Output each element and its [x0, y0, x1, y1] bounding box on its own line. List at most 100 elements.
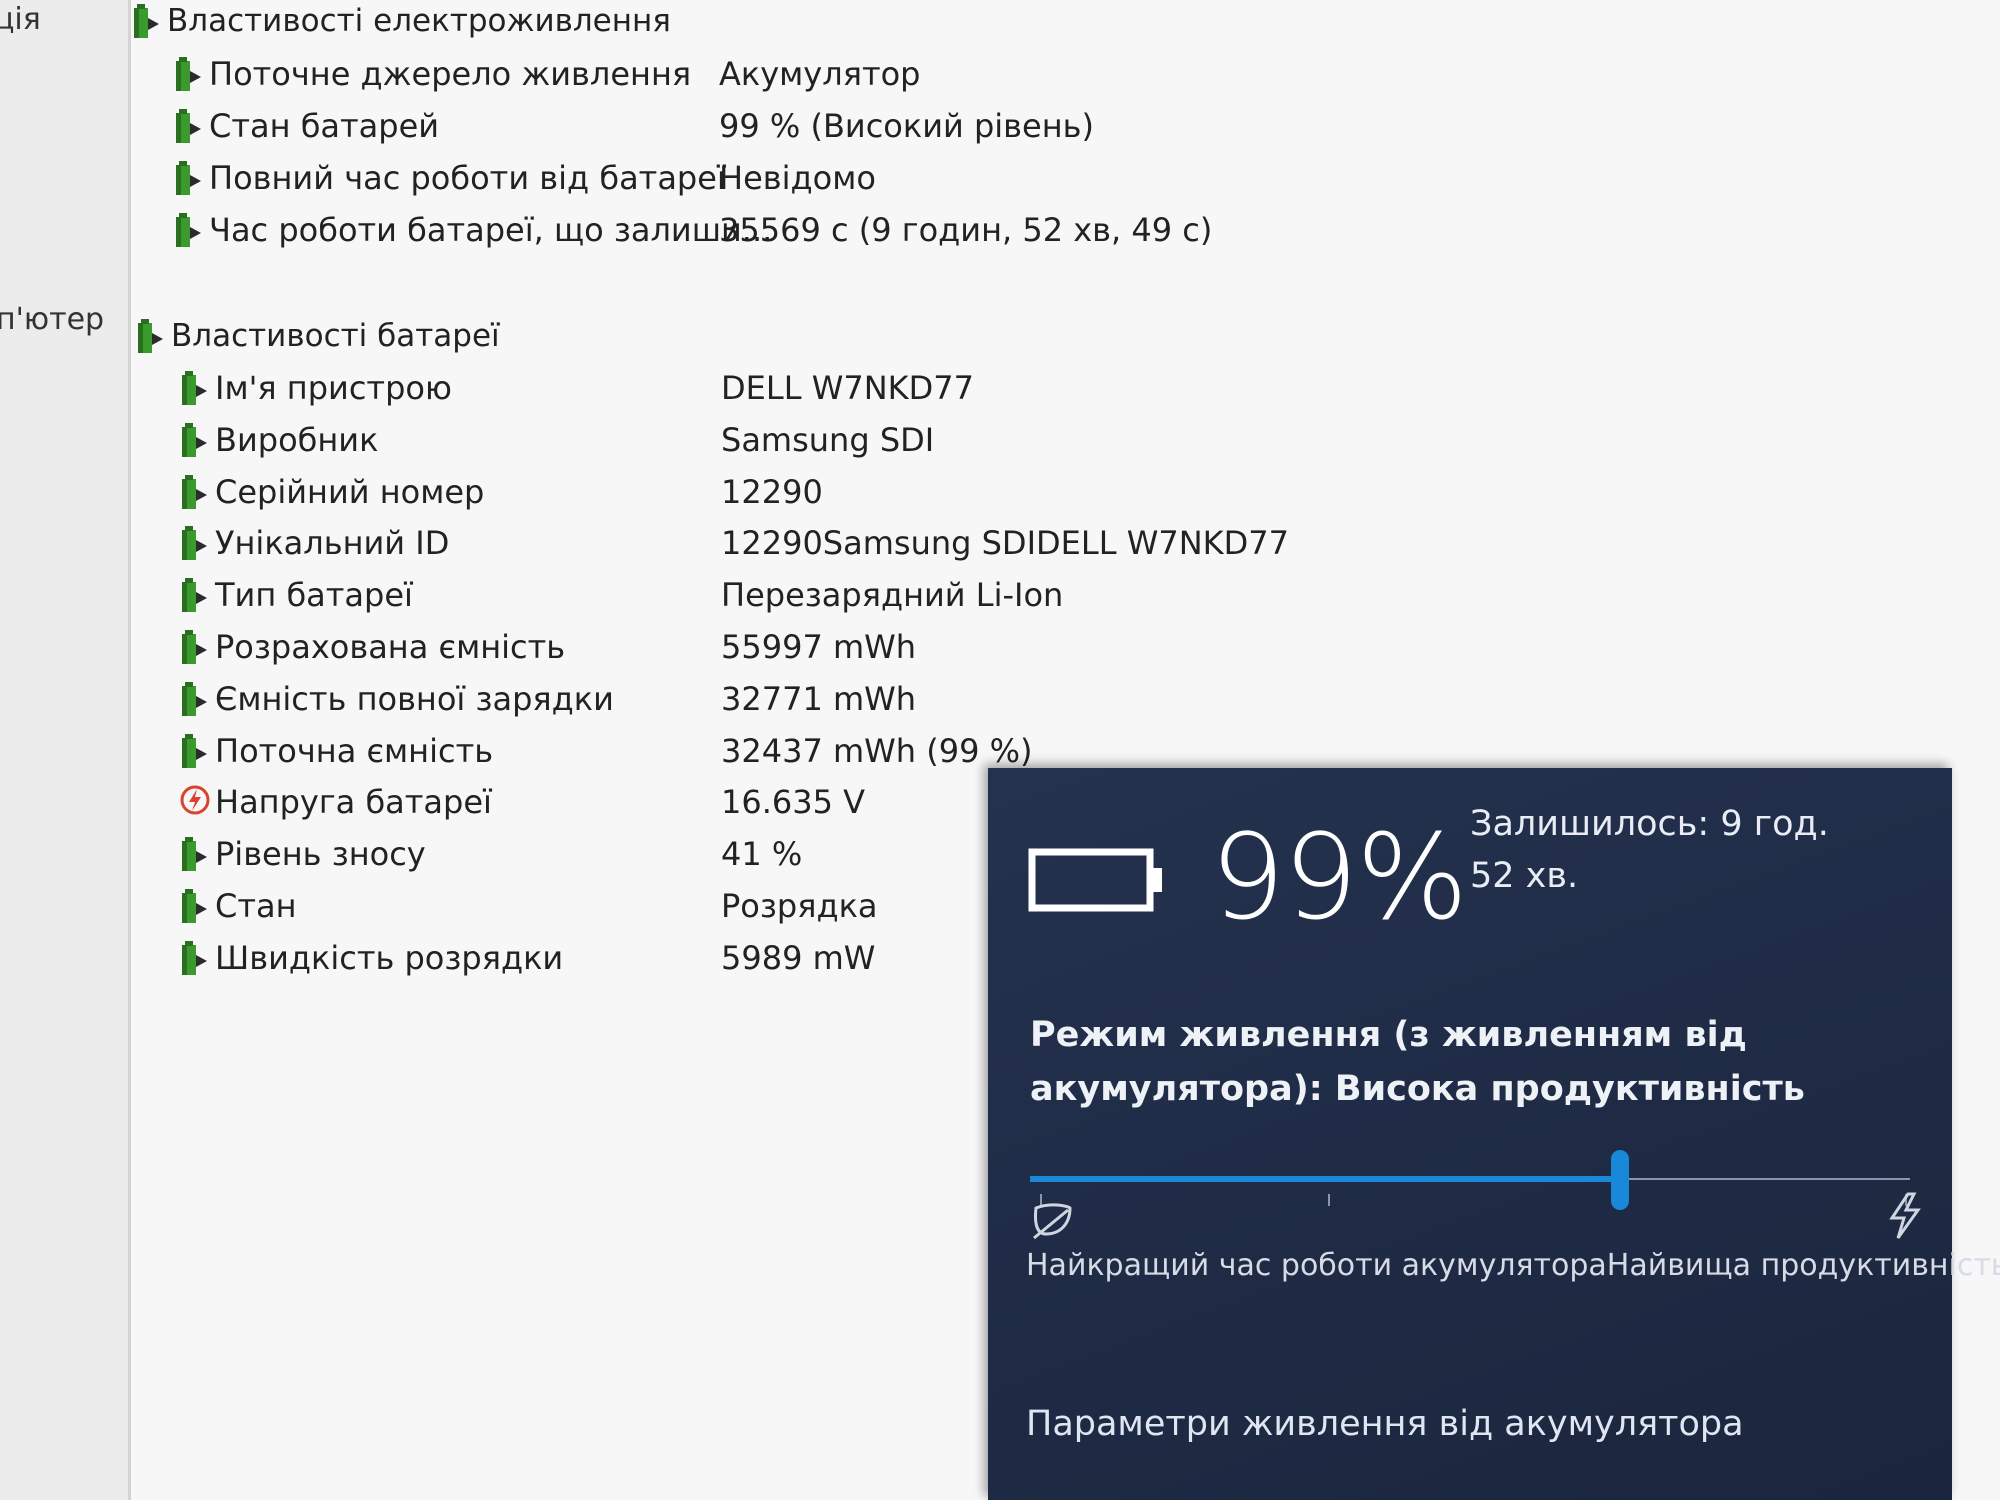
- battery-icon: [179, 576, 209, 614]
- property-label-text: Унікальний ID: [215, 524, 450, 563]
- property-label: Швидкість розрядки: [179, 939, 563, 977]
- power-mode-slider[interactable]: [1030, 1150, 1910, 1210]
- property-row[interactable]: Час роботи батареї, що залиши... 35569 с …: [173, 206, 1473, 254]
- battery-icon: [179, 369, 209, 407]
- property-row[interactable]: Стан батарей 99 % (Високий рівень): [173, 102, 1473, 150]
- property-value: 99 % (Високий рівень): [719, 107, 1094, 145]
- battery-icon: [179, 939, 209, 977]
- lightning-icon: [1884, 1192, 1924, 1244]
- nav-item-partial-1[interactable]: ція: [0, 2, 41, 37]
- property-row[interactable]: Розрахована ємність 55997 mWh: [179, 623, 1479, 671]
- battery-icon: [131, 2, 161, 40]
- property-label-text: Поточне джерело живлення: [209, 55, 692, 93]
- slider-thumb[interactable]: [1611, 1150, 1629, 1210]
- battery-icon: [173, 211, 203, 249]
- property-row[interactable]: Серійний номер 12290: [179, 468, 1479, 516]
- property-value: Акумулятор: [719, 55, 921, 93]
- battery-icon: [179, 680, 209, 718]
- slider-tick: [1328, 1194, 1330, 1206]
- property-value: 5989 mW: [721, 938, 876, 977]
- property-label-text: Швидкість розрядки: [215, 938, 564, 977]
- power-mode-label: Режим живлення (з живленням від акумулят…: [1030, 1015, 1805, 1109]
- property-label-text: Рівень зносу: [215, 835, 426, 874]
- property-label: Виробник: [179, 421, 378, 459]
- battery-icon: [179, 628, 209, 666]
- nav-item-partial-2[interactable]: п'ютер: [0, 302, 104, 337]
- property-value: 32437 mWh (99 %): [721, 731, 1033, 770]
- battery-icon: [179, 887, 209, 925]
- property-label: Розрахована ємність: [179, 628, 565, 666]
- property-label-text: Тип батареї: [215, 576, 413, 615]
- property-label: Час роботи батареї, що залиши...: [173, 211, 772, 249]
- property-value: Samsung SDI: [721, 420, 935, 459]
- battery-percent: 99%: [1210, 808, 1468, 946]
- property-row[interactable]: Унікальний ID 12290Samsung SDIDELL W7NKD7…: [179, 519, 1479, 567]
- property-label: Рівень зносу: [179, 835, 426, 873]
- battery-icon: [179, 524, 209, 562]
- property-value: Розрядка: [721, 887, 878, 925]
- slider-track-rest: [1620, 1178, 1910, 1180]
- section-title: Властивості електроживлення: [167, 3, 671, 39]
- time-remaining: Залишилось: 9 год. 52 хв.: [1470, 804, 1829, 896]
- property-label: Поточна ємність: [179, 732, 493, 770]
- battery-icon: [179, 421, 209, 459]
- battery-icon: [173, 55, 203, 93]
- battery-icon: [173, 107, 203, 145]
- voltage-icon: [179, 783, 210, 821]
- property-label: Тип батареї: [179, 576, 413, 614]
- property-label: Повний час роботи від батареї: [173, 159, 726, 197]
- property-row[interactable]: Ім'я пристрою DELL W7NKD77: [179, 364, 1479, 412]
- power-properties-header: Властивості електроживлення: [131, 2, 671, 40]
- property-label-text: Час роботи батареї, що залиши...: [209, 211, 773, 249]
- property-row[interactable]: Повний час роботи від батареї Невідомо: [173, 154, 1473, 202]
- property-label: Стан батарей: [173, 107, 439, 145]
- battery-settings-link[interactable]: Параметри живлення від акумулятора: [1026, 1404, 1744, 1444]
- property-value: 35569 с (9 годин, 52 хв, 49 с): [719, 211, 1213, 249]
- property-label: Унікальний ID: [179, 524, 449, 562]
- property-label: Стан: [179, 887, 297, 925]
- property-label-text: Стан батарей: [209, 107, 440, 145]
- property-value: Невідомо: [719, 159, 876, 197]
- property-value: 32771 mWh: [721, 679, 917, 718]
- property-label-text: Повний час роботи від батареї: [209, 159, 726, 197]
- property-row[interactable]: Ємність повної зарядки 32771 mWh: [179, 675, 1479, 723]
- property-row[interactable]: Тип батареї Перезарядний Li-Ion: [179, 571, 1479, 619]
- best-battery-label: Найкращий час роботи акумулятора: [1026, 1248, 1607, 1283]
- best-performance-label: Найвища продуктивність: [1606, 1248, 2000, 1283]
- property-label: Ім'я пристрою: [179, 369, 452, 407]
- left-navigation-pane: ція п'ютер: [0, 0, 131, 1500]
- property-label-text: Серійний номер: [215, 472, 485, 511]
- property-label: Серійний номер: [179, 473, 484, 511]
- property-label-text: Виробник: [215, 420, 379, 459]
- property-label: Ємність повної зарядки: [179, 680, 614, 718]
- battery-flyout: 99% Залишилось: 9 год. 52 хв. Режим живл…: [988, 768, 2000, 1500]
- property-value: Перезарядний Li-Ion: [721, 576, 1064, 615]
- battery-icon: [179, 835, 209, 873]
- property-label-text: Ємність повної зарядки: [215, 679, 614, 718]
- property-label: Поточне джерело живлення: [173, 55, 691, 93]
- section-title: Властивості батареї: [171, 318, 500, 354]
- leaf-icon: [1030, 1200, 1076, 1246]
- property-row[interactable]: Поточне джерело живлення Акумулятор: [173, 50, 1473, 98]
- property-label-text: Поточна ємність: [215, 731, 494, 770]
- battery-icon: [173, 159, 203, 197]
- property-value: 16.635 V: [721, 783, 866, 822]
- property-label-text: Розрахована ємність: [215, 628, 566, 666]
- battery-properties-header: Властивості батареї: [135, 317, 500, 355]
- battery-icon: [179, 732, 209, 770]
- slider-track-fill: [1030, 1176, 1620, 1182]
- battery-icon: [179, 473, 209, 511]
- property-label: Напруга батареї: [179, 783, 492, 821]
- property-value: 41 %: [721, 835, 803, 874]
- property-label-text: Стан: [215, 887, 297, 925]
- property-row[interactable]: Виробник Samsung SDI: [179, 416, 1479, 464]
- battery-icon: [135, 317, 165, 355]
- property-value: 12290Samsung SDIDELL W7NKD77: [721, 524, 1289, 563]
- battery-level-icon: [1028, 846, 1168, 920]
- property-value: 55997 mWh: [721, 628, 917, 666]
- slider-end-labels: Найкращий час роботи акумулятораНайвища …: [1026, 1248, 2000, 1283]
- property-label-text: Напруга батареї: [215, 783, 492, 822]
- property-value: DELL W7NKD77: [721, 369, 974, 407]
- property-value: 12290: [721, 472, 823, 511]
- property-label-text: Ім'я пристрою: [215, 369, 452, 407]
